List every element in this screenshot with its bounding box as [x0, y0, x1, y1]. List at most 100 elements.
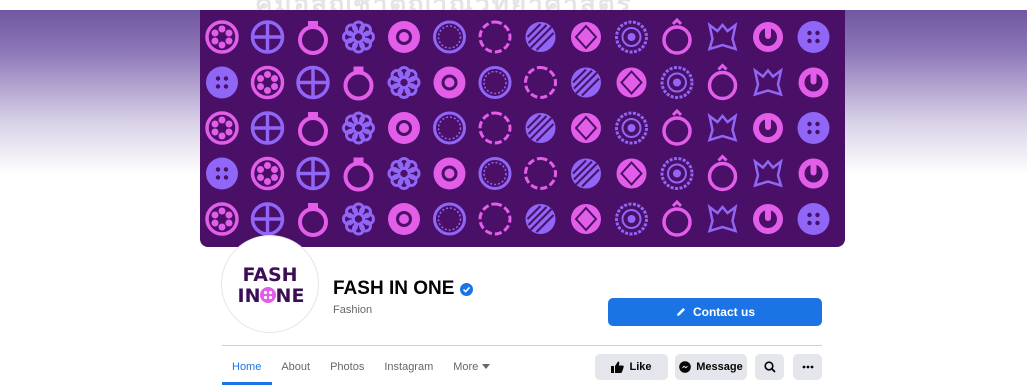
fash-in-one-logo: FASH IN NE: [227, 241, 313, 327]
cover-pattern-icon: [524, 112, 557, 144]
cover-pattern-icon: [798, 158, 829, 189]
cover-pattern-icon: [708, 114, 737, 142]
cover-photo[interactable]: [200, 10, 845, 247]
tab-about-label: About: [281, 361, 311, 373]
like-button[interactable]: Like: [595, 354, 668, 380]
watermark-text: คู่มือสัญชาตญาณวิทยาศาสตร์: [255, 0, 735, 10]
contact-us-label: Contact us: [692, 305, 755, 319]
cover-pattern-icon: [298, 201, 328, 237]
page-title: FASH IN ONE: [333, 278, 474, 300]
logo-line-2-right: NE: [276, 285, 305, 306]
cover-pattern-icon: [296, 156, 330, 191]
tab-home-label: Home: [232, 361, 262, 373]
cover-pattern-icon: [433, 66, 466, 99]
cover-pattern-icon: [433, 202, 466, 236]
cover-pattern-icon: [342, 20, 375, 54]
tab-instagram-label: Instagram: [384, 361, 434, 373]
cover-pattern-icon: [296, 65, 330, 100]
tab-home[interactable]: Home: [222, 355, 271, 379]
tab-photos[interactable]: Photos: [320, 355, 374, 379]
tab-more[interactable]: More: [443, 355, 500, 379]
cover-pattern-icon: [570, 203, 602, 235]
cover-pattern-icon: [660, 157, 694, 190]
cover-pattern-icon: [570, 157, 602, 190]
cover-pattern-icon: [753, 160, 783, 187]
profile-avatar[interactable]: FASH IN NE: [222, 236, 318, 332]
cover-pattern-icon: [615, 202, 648, 236]
cover-pattern-icon: [388, 21, 420, 53]
cover-pattern-icon: [478, 157, 512, 190]
cover-pattern-icon: [478, 20, 512, 54]
messenger-icon: [679, 361, 692, 373]
cover-pattern-icon: [342, 202, 375, 236]
cover-pattern-icon: [206, 157, 238, 190]
cover-pattern: [205, 18, 830, 237]
cover-pattern-icon: [570, 112, 602, 144]
cover-pattern-icon: [615, 157, 648, 190]
cover-pattern-icon: [387, 157, 421, 190]
cover-pattern-icon: [615, 20, 648, 54]
cover-pattern-icon: [570, 21, 602, 53]
cover-pattern-icon: [797, 203, 830, 235]
cover-pattern-icon: [707, 63, 738, 101]
cover-pattern-icon: [570, 66, 602, 99]
cover-pattern-icon: [250, 202, 285, 236]
logo-graphic: FASH IN NE: [238, 264, 305, 306]
page-tabs: Home About Photos Instagram More: [222, 355, 500, 385]
cover-pattern-icon: [615, 66, 648, 99]
ellipsis-icon: [802, 365, 813, 369]
logo-line-1: FASH: [242, 264, 297, 286]
cover-pattern-icon: [250, 65, 285, 100]
cover-pattern-icon: [205, 20, 239, 54]
search-button[interactable]: [755, 354, 784, 380]
cover-pattern-icon: [753, 22, 783, 52]
tab-about[interactable]: About: [271, 355, 320, 379]
cover-pattern-icon: [798, 67, 829, 98]
cover-pattern-icon: [478, 66, 512, 99]
cover-pattern-icon: [708, 23, 737, 51]
cover-pattern-icon: [433, 157, 466, 190]
page-category: Fashion: [333, 304, 373, 316]
logo-line-2-left: IN: [238, 285, 261, 306]
cover-pattern-icon: [388, 203, 420, 235]
cover-pattern-icon: [433, 20, 466, 54]
cover-pattern-icon: [205, 111, 239, 145]
thumbs-up-icon: [611, 361, 625, 373]
cover-pattern-icon: [707, 154, 738, 192]
search-icon: [763, 361, 776, 373]
cover-pattern-icon: [343, 64, 374, 101]
cover-pattern-icon: [708, 205, 737, 233]
page-name-text[interactable]: FASH IN ONE: [333, 278, 454, 300]
cover-pattern-icon: [662, 18, 692, 55]
contact-us-button[interactable]: Contact us: [608, 298, 822, 326]
header-divider: [222, 345, 822, 346]
cover-pattern-icon: [753, 113, 783, 143]
message-button[interactable]: Message: [675, 354, 747, 380]
pencil-icon: [676, 308, 685, 316]
more-options-button[interactable]: [793, 354, 822, 380]
cover-pattern-icon: [753, 204, 783, 234]
cover-pattern-icon: [478, 202, 512, 236]
cover-pattern-icon: [250, 20, 285, 54]
cover-pattern-icon: [250, 111, 285, 145]
cover-pattern-icon: [343, 155, 374, 192]
cover-pattern-icon: [298, 110, 328, 146]
tab-instagram[interactable]: Instagram: [374, 355, 443, 379]
cover-pattern-icon: [250, 156, 285, 191]
tab-more-label: More: [453, 361, 479, 373]
cover-pattern-icon: [433, 111, 466, 145]
verified-badge-icon: [460, 282, 474, 296]
cover-pattern-icon: [797, 21, 830, 53]
cover-pattern-icon: [662, 109, 692, 146]
cover-pattern-icon: [797, 112, 830, 144]
cover-pattern-icon: [660, 66, 694, 99]
logo-button-icon: [260, 287, 276, 303]
cover-pattern-icon: [478, 111, 512, 145]
message-label: Message: [696, 361, 743, 373]
cover-pattern-icon: [387, 66, 421, 99]
tab-photos-label: Photos: [330, 361, 365, 373]
cover-pattern-icon: [524, 66, 557, 99]
cover-pattern-icon: [662, 200, 692, 237]
cover-pattern-icon: [524, 203, 557, 235]
cover-pattern-icon: [342, 111, 375, 145]
